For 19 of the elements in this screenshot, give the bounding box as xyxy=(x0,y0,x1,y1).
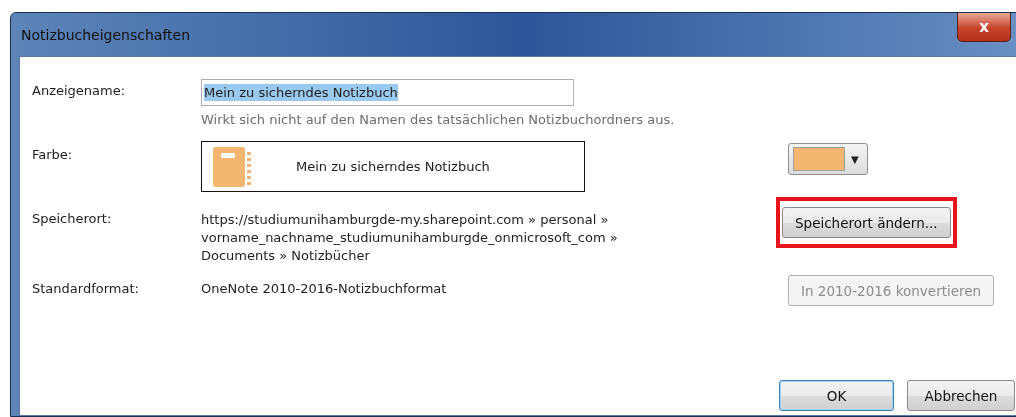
field-label: Anzeigename: xyxy=(32,82,127,98)
location-path: https://studiumunihamburgde-my.sharepoint.com » personal » xyxy=(201,211,610,229)
field-label: Standardformat: xyxy=(32,281,140,296)
ok-button[interactable]: OK xyxy=(779,380,894,411)
change-location-button[interactable]: Speicherort ändern... xyxy=(782,207,951,238)
location-path: Documents » Notizbücher xyxy=(201,247,371,265)
caret-icon: ▼ xyxy=(851,153,859,165)
hint-text: Wirkt sich nicht auf den Namen des tatsächlichen Notizbuchordners aus. xyxy=(201,112,676,127)
color-dropdown[interactable]: ▼ xyxy=(788,143,868,175)
cancel-button[interactable]: Abbrechen xyxy=(907,380,1015,411)
field-value: Mein zu sicherndes Notizbuch xyxy=(204,84,398,101)
format-value: OneNote 2010-2016-Notizbuchformat xyxy=(201,281,448,296)
notebook-name: Mein zu sicherndes Notizbuch xyxy=(296,159,490,174)
close-button[interactable]: x xyxy=(957,13,1011,42)
name-field[interactable]: Mein zu sicherndes Notizbuch xyxy=(201,79,574,106)
location-path: vorname_nachname_studiumunihamburgde_onmicrosoft_com » xyxy=(201,229,619,247)
field-label: Farbe: xyxy=(32,146,74,162)
window-title: Notizbucheigenschaften xyxy=(21,26,191,43)
field-label: Speicherort: xyxy=(32,211,113,226)
